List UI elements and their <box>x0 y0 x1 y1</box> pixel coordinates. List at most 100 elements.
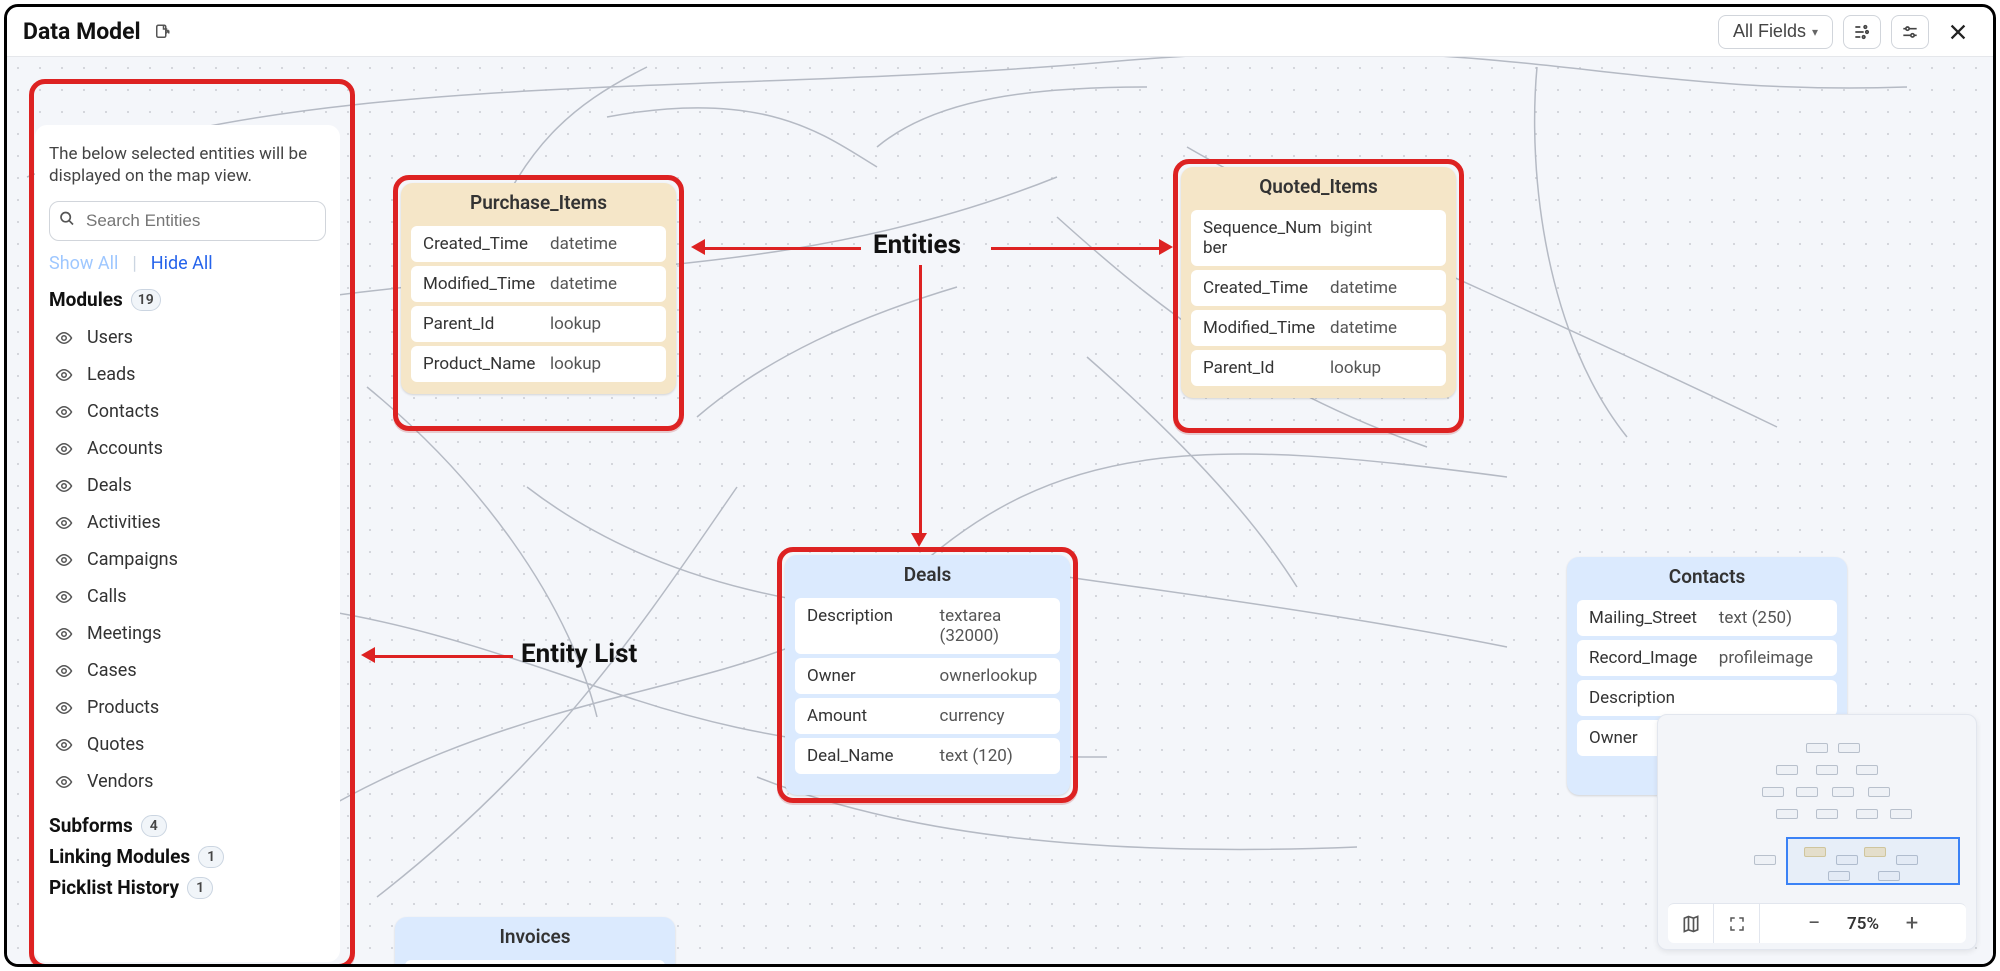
eye-icon <box>53 329 75 347</box>
annotation-entities-label: Entities <box>873 230 961 260</box>
eye-icon <box>53 477 75 495</box>
module-item[interactable]: Accounts <box>49 430 326 467</box>
field-row: Modified_Timedatetime <box>1191 310 1446 346</box>
layout-button[interactable] <box>1843 15 1881 49</box>
field-row: Sequence_Numberbigint <box>1191 210 1446 266</box>
module-item[interactable]: Users <box>49 319 326 356</box>
hide-all-link[interactable]: Hide All <box>151 253 213 274</box>
count-badge: 4 <box>141 815 167 837</box>
module-label: Deals <box>87 475 132 496</box>
arrow-head-icon <box>1159 239 1173 255</box>
module-item[interactable]: Deals <box>49 467 326 504</box>
fields-dropdown[interactable]: All Fields ▾ <box>1718 15 1833 49</box>
module-item[interactable]: Leads <box>49 356 326 393</box>
field-row: Ownerownerlookup <box>795 658 1060 694</box>
field-row: Descriptiontextarea (32000) <box>795 598 1060 654</box>
module-label: Quotes <box>87 734 144 755</box>
field-row: Mailing_Streettext (250) <box>1577 600 1837 636</box>
annotation-arrow <box>919 265 922 535</box>
module-item[interactable]: Activities <box>49 504 326 541</box>
picklist-history-section: Picklist History 1 <box>49 876 326 899</box>
count-badge: 1 <box>198 846 224 868</box>
module-item[interactable]: Calls <box>49 578 326 615</box>
annotation-arrow <box>373 655 513 658</box>
module-label: Meetings <box>87 623 161 644</box>
page-title: Data Model <box>23 18 141 45</box>
fullscreen-icon[interactable] <box>1714 904 1760 943</box>
module-item[interactable]: Products <box>49 689 326 726</box>
entity-title: Deals <box>785 555 1070 594</box>
module-item[interactable]: Contacts <box>49 393 326 430</box>
chevron-down-icon: ▾ <box>1812 25 1818 39</box>
field-row: Deal_Nametext (120) <box>795 738 1060 774</box>
show-all-link[interactable]: Show All <box>49 253 118 274</box>
zoom-level: 75% <box>1847 914 1879 934</box>
sidebar-hint: The below selected entities will be disp… <box>49 143 326 187</box>
eye-icon <box>53 736 75 754</box>
module-label: Calls <box>87 586 127 607</box>
field-row: Record_Imageprofileimage <box>1577 640 1837 676</box>
field-row: Parent_Idlookup <box>1191 350 1446 386</box>
module-item[interactable]: Meetings <box>49 615 326 652</box>
entity-quoted-items[interactable]: Quoted_Items Sequence_Numberbigint Creat… <box>1181 167 1456 398</box>
eye-icon <box>53 773 75 791</box>
zoom-out-button[interactable]: − <box>1799 911 1829 936</box>
open-doc-icon[interactable] <box>151 21 173 43</box>
minimap-panel: − 75% + <box>1657 714 1977 950</box>
arrow-head-icon <box>911 533 927 547</box>
minimap-controls: − 75% + <box>1668 903 1966 943</box>
canvas[interactable]: Purchase_Items Created_Timedatetime Modi… <box>7 57 1993 964</box>
settings-sliders-icon[interactable] <box>1891 15 1929 49</box>
field-row: Created_Timedatetime <box>411 226 666 262</box>
eye-icon <box>53 625 75 643</box>
eye-icon <box>53 551 75 569</box>
module-label: Leads <box>87 364 135 385</box>
annotation-arrow <box>703 247 861 250</box>
eye-icon <box>53 440 75 458</box>
minimap-toggle-icon[interactable] <box>1668 904 1714 943</box>
eye-icon <box>53 699 75 717</box>
divider: | <box>132 253 136 274</box>
module-label: Campaigns <box>87 549 178 570</box>
arrow-head-icon <box>691 239 705 255</box>
module-item[interactable]: Campaigns <box>49 541 326 578</box>
minimap-viewport[interactable] <box>1786 837 1960 885</box>
count-badge: 1 <box>187 877 213 899</box>
close-button[interactable] <box>1939 15 1977 49</box>
eye-icon <box>53 514 75 532</box>
module-label: Accounts <box>87 438 163 459</box>
module-item[interactable]: Quotes <box>49 726 326 763</box>
search-entities-input[interactable] <box>49 201 326 241</box>
topbar: Data Model All Fields ▾ <box>7 7 1993 57</box>
field-row: Ownerownerlook <box>405 960 665 967</box>
eye-icon <box>53 403 75 421</box>
module-label: Products <box>87 697 159 718</box>
fields-dropdown-label: All Fields <box>1733 21 1806 42</box>
entity-title: Invoices <box>395 917 675 956</box>
entity-invoices[interactable]: Invoices Ownerownerlook <box>395 917 675 967</box>
arrow-head-icon <box>361 647 375 663</box>
module-label: Vendors <box>87 771 153 792</box>
zoom-in-button[interactable]: + <box>1897 911 1927 936</box>
entity-deals[interactable]: Deals Descriptiontextarea (32000) Ownero… <box>785 555 1070 795</box>
field-row: Parent_Idlookup <box>411 306 666 342</box>
entity-title: Quoted_Items <box>1181 167 1456 206</box>
linking-modules-section: Linking Modules 1 <box>49 845 326 868</box>
module-item[interactable]: Vendors <box>49 763 326 800</box>
annotation-entitylist-label: Entity List <box>521 639 637 669</box>
eye-icon <box>53 366 75 384</box>
entity-sidebar: The below selected entities will be disp… <box>35 125 340 962</box>
entity-purchase-items[interactable]: Purchase_Items Created_Timedatetime Modi… <box>401 183 676 394</box>
entity-title: Contacts <box>1567 557 1847 596</box>
field-row: Created_Timedatetime <box>1191 270 1446 306</box>
field-row: Description <box>1577 680 1837 716</box>
field-row: Amountcurrency <box>795 698 1060 734</box>
entity-title: Purchase_Items <box>401 183 676 222</box>
module-label: Activities <box>87 512 161 533</box>
module-label: Cases <box>87 660 137 681</box>
module-item[interactable]: Cases <box>49 652 326 689</box>
eye-icon <box>53 662 75 680</box>
annotation-arrow <box>991 247 1161 250</box>
minimap-canvas[interactable] <box>1668 725 1966 895</box>
count-badge: 19 <box>131 289 161 311</box>
